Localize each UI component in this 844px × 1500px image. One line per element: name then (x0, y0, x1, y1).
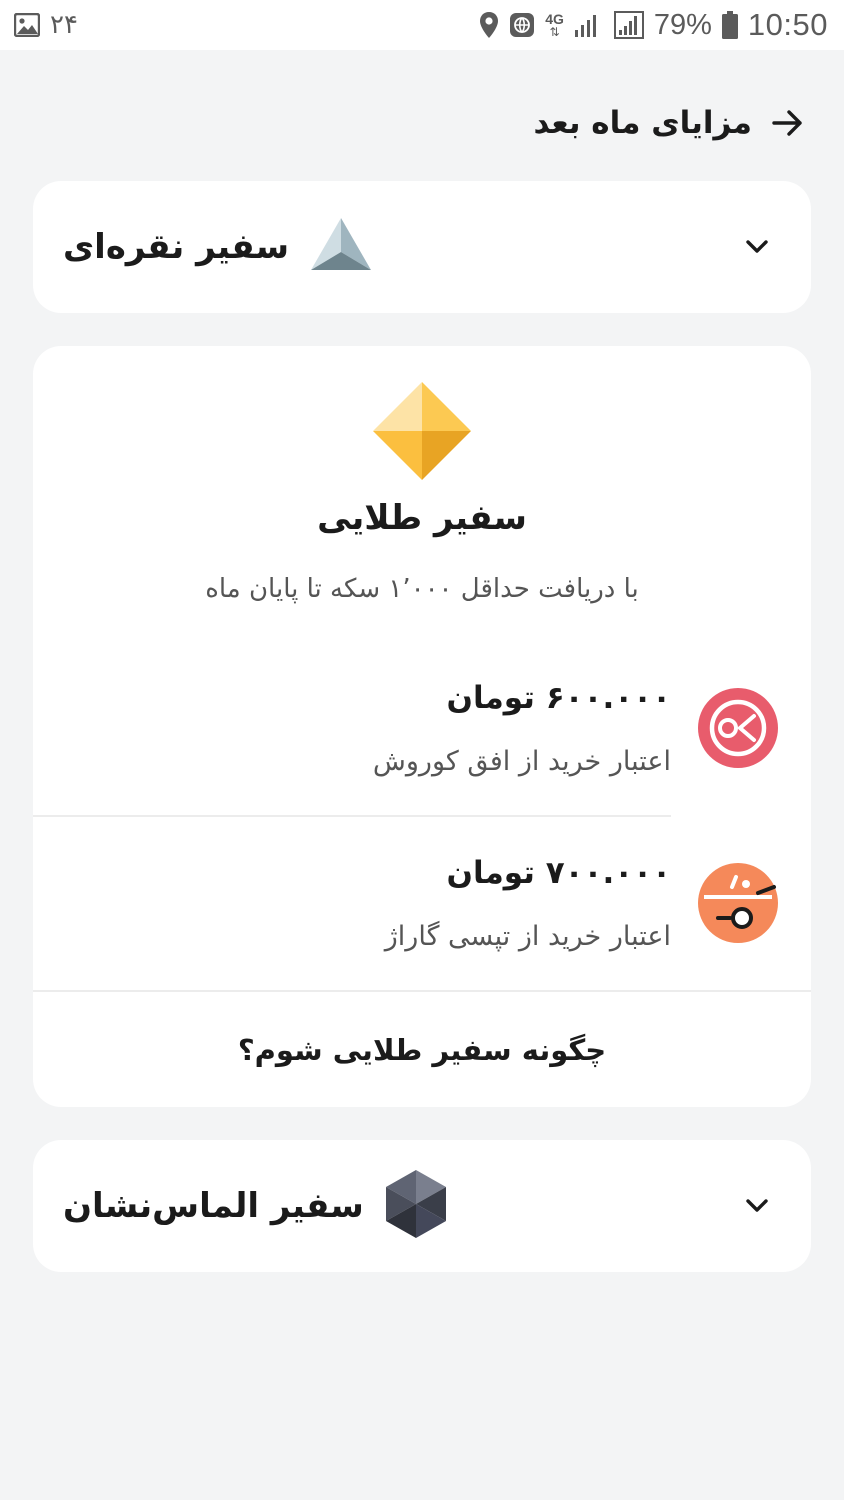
gallery-icon (14, 13, 40, 37)
how-to-become-gold-button[interactable]: چگونه سفیر طلایی شوم؟ (33, 992, 811, 1107)
page-title: مزایای ماه بعد (533, 105, 752, 141)
tier-header-silver: سفیر نقره‌ای (63, 216, 373, 278)
tier-name-gold: سفیر طلایی (317, 498, 527, 538)
silver-pyramid-icon (309, 216, 373, 278)
tier-card-diamond[interactable]: سفیر الماس‌نشان (33, 1140, 811, 1272)
signal-box-icon (613, 11, 644, 39)
tier-requirement: با دریافت حداقل ۱٬۰۰۰ سکه تا پایان ماه (205, 574, 639, 604)
divider (33, 815, 671, 817)
notification-count: ۲۴ (50, 10, 78, 40)
chevron-down-icon (746, 240, 768, 253)
network-4g-icon: 4G ⇅ (545, 11, 564, 39)
tapsi-garage-logo (698, 863, 778, 943)
benefit-amount: ۶۰۰.۰۰۰ تومان (446, 680, 671, 716)
diamond-hexagon-icon (384, 1168, 448, 1244)
benefit-item: ۶۰۰.۰۰۰ تومان اعتبار خرید از افق کوروش (33, 646, 811, 818)
expand-button-diamond[interactable] (737, 1186, 777, 1226)
chevron-down-icon (746, 1199, 768, 1212)
status-bar-left: ۲۴ (14, 10, 78, 40)
gold-diamond-icon (371, 380, 473, 486)
arrow-right-icon (772, 110, 802, 136)
clock: 10:50 (747, 7, 828, 42)
benefit-description: اعتبار خرید از افق کوروش (372, 746, 671, 777)
status-bar-right: 4G ⇅ 79% 10:50 (479, 7, 828, 43)
benefit-description: اعتبار خرید از تپسی گاراژ (384, 921, 671, 952)
battery-percent: 79% (653, 8, 712, 41)
ofoq-kourosh-logo (698, 688, 778, 768)
expand-button-silver[interactable] (737, 227, 777, 267)
vpn-globe-icon (509, 12, 535, 38)
page-header: مزایای ماه بعد (0, 80, 844, 166)
tier-card-gold: سفیر طلایی با دریافت حداقل ۱٬۰۰۰ سکه تا … (33, 346, 811, 1107)
tier-name-silver: سفیر نقره‌ای (63, 227, 290, 267)
tier-name-diamond: سفیر الماس‌نشان (63, 1186, 364, 1226)
tier-card-silver[interactable]: سفیر نقره‌ای (33, 181, 811, 313)
benefit-item: ۷۰۰.۰۰۰ تومان اعتبار خرید از تپسی گاراژ (33, 821, 811, 993)
back-button[interactable] (766, 101, 810, 145)
battery-icon (721, 11, 738, 39)
tier-header-diamond: سفیر الماس‌نشان (63, 1168, 448, 1244)
location-icon (479, 11, 499, 39)
status-bar: ۲۴ 4G ⇅ 79% 10:50 (0, 0, 844, 50)
signal-icon (574, 12, 604, 38)
benefit-amount: ۷۰۰.۰۰۰ تومان (446, 855, 671, 891)
